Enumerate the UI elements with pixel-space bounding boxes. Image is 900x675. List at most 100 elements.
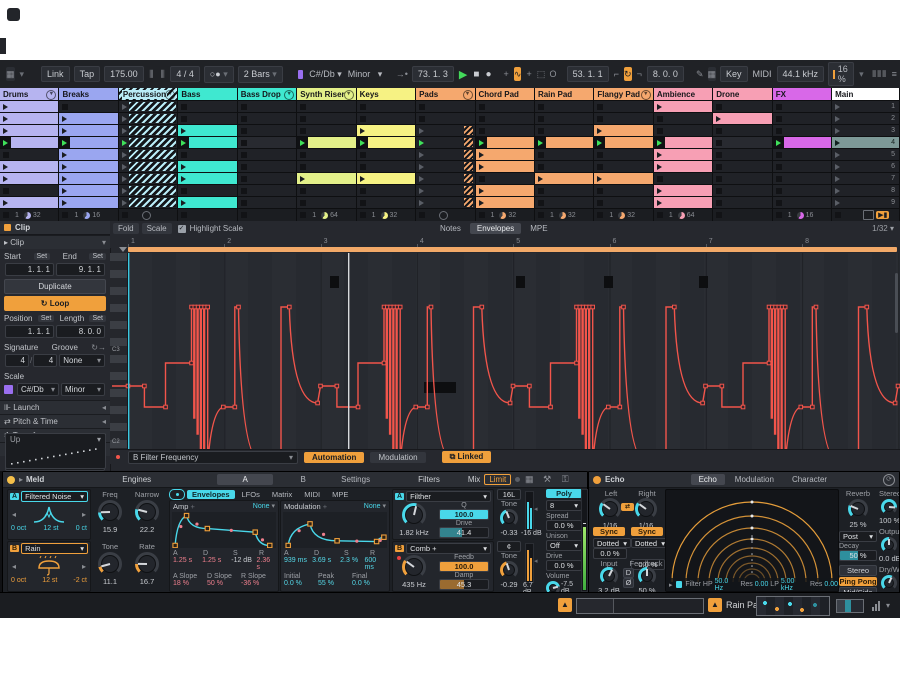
clip-start-field[interactable]: 1. 1. 1 xyxy=(5,263,54,276)
linked-button[interactable]: ⧉ Linked xyxy=(442,451,492,463)
clip-slot[interactable] xyxy=(59,137,117,148)
filter-a-q-field[interactable]: 100.0 xyxy=(439,509,489,520)
clip-stop-button[interactable] xyxy=(535,185,593,196)
clip-slot[interactable] xyxy=(59,113,117,124)
mix-tone-a-knob[interactable]: Tone-0.33 xyxy=(495,499,523,537)
track-fold-icon[interactable]: ▾ xyxy=(46,90,56,100)
clip-slot[interactable] xyxy=(0,137,58,148)
dry-wet-knob[interactable]: 59 % xyxy=(879,575,899,590)
lp-freq-field[interactable]: 5.00 kHz xyxy=(781,578,808,592)
scale-button[interactable]: Scale xyxy=(142,223,172,234)
clip-stop-button[interactable] xyxy=(594,185,652,196)
loop-length-field[interactable]: 8. 0. 0 xyxy=(56,325,105,338)
scale-root-select[interactable]: C#/Db▾ xyxy=(17,383,59,396)
groove-commit-icon[interactable]: ↻→ xyxy=(91,343,106,352)
highlight-scale-checkbox[interactable]: ✓ xyxy=(178,225,186,233)
pencil-icon[interactable]: ✎ xyxy=(696,67,704,81)
input-gain-knob[interactable]: 3.2 dB xyxy=(595,566,623,595)
reverb-decay-slider[interactable]: 50 % xyxy=(839,550,877,561)
clip-stop-button[interactable] xyxy=(773,101,831,112)
poly-toggle[interactable]: Poly xyxy=(546,489,582,498)
duplicate-button[interactable]: Duplicate xyxy=(4,279,106,294)
clip-stop-button[interactable] xyxy=(0,185,58,196)
loop-toggle-button[interactable]: ↻ Loop xyxy=(4,296,106,311)
unison-select[interactable]: Off▾ xyxy=(546,540,582,551)
echo-tunnel-display[interactable]: ▸ Filter HP 50.0 Hz Res 0.00 LP 5.00 kHz… xyxy=(665,489,839,592)
clip-slot[interactable] xyxy=(654,149,712,160)
track-header[interactable]: Rain Pad xyxy=(535,88,593,100)
clip-stop-button[interactable] xyxy=(594,161,652,172)
clip-stop-button[interactable] xyxy=(535,197,593,208)
loop-region-bar[interactable] xyxy=(128,247,897,252)
collapse-arrow-icon[interactable]: ◂ xyxy=(534,557,538,565)
engines-tab[interactable]: Engines xyxy=(122,475,151,484)
clip-stop-button[interactable] xyxy=(0,149,58,160)
overview-icon[interactable] xyxy=(863,210,874,220)
position-set-button[interactable]: Set xyxy=(38,315,55,322)
level-a-value[interactable]: -16 dB xyxy=(521,530,542,537)
voices-select[interactable]: 8▾ xyxy=(546,500,582,511)
time-signature-field[interactable]: 4 / 4 xyxy=(170,66,200,82)
clip-section-header[interactable]: ▸ Clip▾ xyxy=(0,235,110,249)
loop-length-field[interactable]: 8. 0. 0 xyxy=(647,66,684,82)
output-gain-knob[interactable]: 0.0 dB xyxy=(879,537,899,563)
clip-slot[interactable] xyxy=(713,113,771,124)
clip-slot[interactable] xyxy=(357,173,415,184)
global-drive-field[interactable]: 0.0 % xyxy=(546,560,582,571)
peak-field[interactable]: 55 % xyxy=(318,580,352,587)
clip-slot[interactable] xyxy=(59,149,117,160)
track-fold-icon[interactable]: ▾ xyxy=(641,90,651,100)
clip-stop-button[interactable] xyxy=(178,113,236,124)
stereo-mode-button[interactable]: Stereo xyxy=(839,565,877,576)
punch-in-icon[interactable]: ⌐ xyxy=(613,67,620,81)
clip-slot[interactable] xyxy=(0,113,58,124)
automation-arm-icon[interactable]: ∿ xyxy=(514,67,522,81)
clip-stop-button[interactable] xyxy=(594,113,652,124)
right-sync-mode-select[interactable]: Dotted▾ xyxy=(631,538,669,548)
track-status-display[interactable]: 132 xyxy=(0,209,58,221)
nudge-up-icon[interactable]: ⫼ xyxy=(159,67,166,81)
engine-b-badge[interactable]: B xyxy=(10,545,19,552)
filter-collapse-icon[interactable]: ▸ xyxy=(669,581,673,589)
cent-field[interactable]: 0 ct xyxy=(76,525,87,532)
capture-midi-icon[interactable]: + xyxy=(525,67,532,81)
envelope-parameter-select[interactable]: B Filter Frequency▾ xyxy=(128,451,298,464)
rate-knob[interactable]: Rate16.7 xyxy=(129,542,165,586)
next-engine-icon[interactable]: ▸ xyxy=(82,510,86,519)
left-sync-toggle[interactable]: Sync xyxy=(593,527,625,536)
clip-stop-button[interactable] xyxy=(476,173,534,184)
midi-map-button[interactable]: MIDI xyxy=(753,69,772,79)
release-field[interactable]: 2.36 s xyxy=(256,557,275,571)
route-select[interactable]: None ▾ xyxy=(253,502,275,511)
collapse-arrow-icon[interactable]: ◂ xyxy=(534,505,538,513)
freq-knob[interactable]: Freq15.9 xyxy=(93,490,127,534)
next-engine-icon[interactable]: ▸ xyxy=(82,562,86,571)
track-status-display[interactable]: 116 xyxy=(773,209,831,221)
r-slope-field[interactable]: -36 % xyxy=(241,580,259,587)
scene-launch-button[interactable]: 3 xyxy=(832,125,899,136)
clip-slot[interactable] xyxy=(0,125,58,136)
clip-slot[interactable] xyxy=(416,161,474,172)
chevron-down-icon[interactable]: ▾ xyxy=(20,69,25,80)
route-select[interactable]: None ▾ xyxy=(364,502,386,511)
track-header[interactable]: Chord Pad xyxy=(476,88,534,100)
launch-section[interactable]: ⊪ Launch◂ xyxy=(0,400,110,414)
tab-lfos[interactable]: LFOs xyxy=(237,490,265,499)
tab-midi[interactable]: MIDI xyxy=(299,490,325,499)
clip-slot[interactable] xyxy=(476,185,534,196)
key-root-select[interactable]: C#/Db ▾ xyxy=(309,69,342,80)
device-on-led[interactable] xyxy=(593,476,601,484)
clip-stop-button[interactable] xyxy=(357,149,415,160)
hot-swap-icon[interactable]: ⟳ xyxy=(883,474,895,486)
link-button[interactable]: Link xyxy=(41,66,70,82)
tap-tempo-button[interactable]: Tap xyxy=(74,66,101,82)
tab-mpe[interactable]: MPE xyxy=(327,490,353,499)
echo-header[interactable]: Echo Echo Modulation Character ⟳ xyxy=(589,472,899,488)
filter-toggle[interactable] xyxy=(676,581,683,588)
track-status-display[interactable]: 164 xyxy=(654,209,712,221)
device-chain-thumbnail[interactable] xyxy=(756,596,830,616)
length-set-button[interactable]: Set xyxy=(89,315,106,322)
hp-freq-field[interactable]: 50.0 Hz xyxy=(715,578,739,592)
clip-stop-button[interactable] xyxy=(238,137,296,148)
oct-field[interactable]: 0 oct xyxy=(11,525,26,532)
